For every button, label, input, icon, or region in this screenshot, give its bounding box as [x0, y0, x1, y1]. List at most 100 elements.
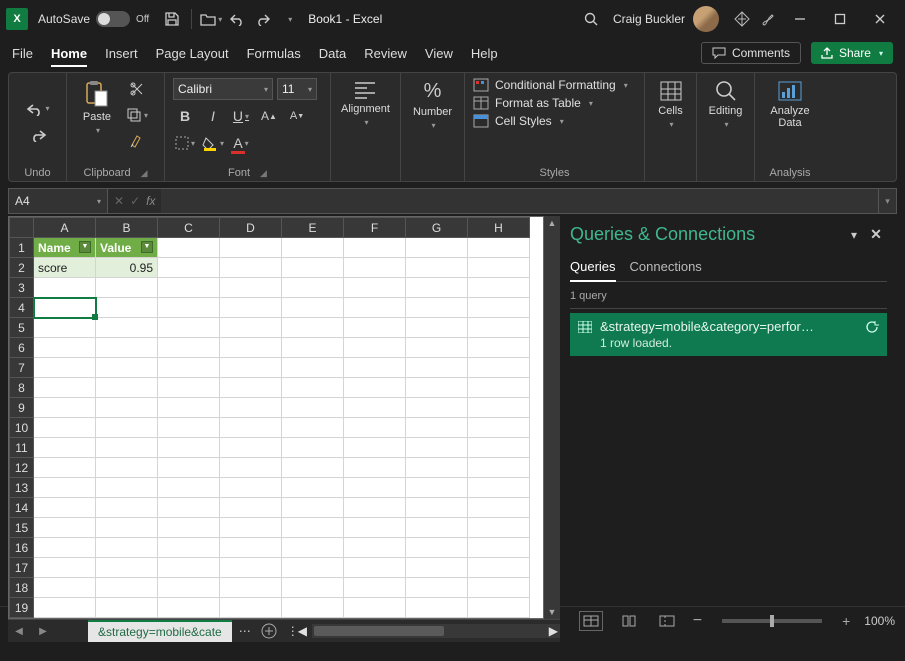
row-header[interactable]: 9: [10, 398, 34, 418]
row-header[interactable]: 2: [10, 258, 34, 278]
tab-nav-next[interactable]: ▶: [32, 626, 54, 637]
borders-button[interactable]: ▾: [173, 132, 197, 154]
cell[interactable]: [158, 338, 220, 358]
cell[interactable]: [406, 478, 468, 498]
undo-icon[interactable]: [224, 6, 250, 32]
cell[interactable]: [220, 318, 282, 338]
cell[interactable]: [282, 418, 344, 438]
cell[interactable]: [34, 278, 96, 298]
cell[interactable]: [282, 558, 344, 578]
cell[interactable]: [34, 338, 96, 358]
zoom-out-button[interactable]: −: [693, 612, 702, 630]
cell[interactable]: [344, 398, 406, 418]
cell[interactable]: [344, 278, 406, 298]
cell[interactable]: [34, 498, 96, 518]
col-header[interactable]: D: [220, 218, 282, 238]
cell[interactable]: [34, 578, 96, 598]
cell[interactable]: [158, 378, 220, 398]
cell[interactable]: [406, 598, 468, 618]
cell-styles-button[interactable]: Cell Styles▾: [473, 114, 628, 128]
cell[interactable]: score: [34, 258, 96, 278]
cell[interactable]: [220, 498, 282, 518]
cell[interactable]: [282, 318, 344, 338]
cell[interactable]: [158, 298, 220, 318]
cell[interactable]: [468, 458, 530, 478]
col-header[interactable]: F: [344, 218, 406, 238]
cell[interactable]: [344, 538, 406, 558]
cell[interactable]: [96, 538, 158, 558]
maximize-button[interactable]: [821, 4, 859, 34]
col-header[interactable]: A: [34, 218, 96, 238]
vertical-scrollbar[interactable]: ▲ ▼: [544, 216, 560, 619]
tab-help[interactable]: Help: [471, 46, 498, 61]
undo-button[interactable]: ▾: [26, 98, 50, 120]
tab-nav-prev[interactable]: ◀: [8, 626, 30, 637]
col-header[interactable]: G: [406, 218, 468, 238]
brush-icon[interactable]: [755, 6, 781, 32]
zoom-slider[interactable]: [722, 619, 822, 623]
cell[interactable]: [34, 358, 96, 378]
refresh-icon[interactable]: [865, 320, 879, 334]
cell[interactable]: [220, 278, 282, 298]
paste-button[interactable]: Paste ▾: [75, 78, 119, 137]
cell[interactable]: [96, 578, 158, 598]
cell[interactable]: [282, 298, 344, 318]
search-icon[interactable]: [577, 12, 605, 26]
row-header[interactable]: 8: [10, 378, 34, 398]
cell[interactable]: [158, 238, 220, 258]
tab-view[interactable]: View: [425, 46, 453, 61]
cell[interactable]: [282, 498, 344, 518]
cell[interactable]: [96, 598, 158, 618]
cell[interactable]: [406, 238, 468, 258]
cell[interactable]: [96, 438, 158, 458]
cell[interactable]: [282, 598, 344, 618]
horizontal-scrollbar[interactable]: ◀ ▶: [312, 624, 560, 638]
row-header[interactable]: 16: [10, 538, 34, 558]
row-header[interactable]: 12: [10, 458, 34, 478]
cell[interactable]: [158, 278, 220, 298]
number-button[interactable]: % Number ▾: [411, 78, 455, 132]
cell[interactable]: [344, 338, 406, 358]
pane-close-button[interactable]: ✕: [865, 226, 887, 243]
cell[interactable]: [34, 518, 96, 538]
view-normal-button[interactable]: [579, 611, 603, 631]
cell[interactable]: [220, 438, 282, 458]
cell[interactable]: [344, 318, 406, 338]
cell[interactable]: [282, 338, 344, 358]
cell[interactable]: [406, 298, 468, 318]
col-header[interactable]: E: [282, 218, 344, 238]
cell[interactable]: [468, 318, 530, 338]
format-painter-button[interactable]: [125, 130, 149, 152]
cell[interactable]: [282, 538, 344, 558]
cell[interactable]: [468, 538, 530, 558]
row-header[interactable]: 11: [10, 438, 34, 458]
cell[interactable]: [220, 458, 282, 478]
cell[interactable]: [282, 478, 344, 498]
cell[interactable]: [468, 598, 530, 618]
cell[interactable]: [96, 418, 158, 438]
cell[interactable]: [220, 598, 282, 618]
cell[interactable]: [34, 598, 96, 618]
cell[interactable]: [220, 478, 282, 498]
row-header[interactable]: 18: [10, 578, 34, 598]
share-button[interactable]: Share ▾: [811, 42, 893, 64]
cell[interactable]: [34, 378, 96, 398]
row-header[interactable]: 10: [10, 418, 34, 438]
comments-button[interactable]: Comments: [701, 42, 801, 64]
scroll-right-icon[interactable]: ▶: [549, 624, 558, 638]
cell[interactable]: [468, 478, 530, 498]
cell[interactable]: [220, 558, 282, 578]
cell[interactable]: [96, 398, 158, 418]
cell[interactable]: [282, 458, 344, 478]
cell[interactable]: [96, 458, 158, 478]
scroll-left-icon[interactable]: ◀: [298, 624, 307, 638]
cancel-formula-icon[interactable]: ✕: [114, 194, 124, 208]
col-header[interactable]: H: [468, 218, 530, 238]
cell[interactable]: [406, 578, 468, 598]
cell[interactable]: [34, 298, 96, 318]
cell[interactable]: [96, 338, 158, 358]
cell[interactable]: [468, 398, 530, 418]
cell[interactable]: [220, 258, 282, 278]
name-box[interactable]: A4 ▾: [8, 188, 108, 214]
fill-color-button[interactable]: ▾: [201, 132, 225, 154]
